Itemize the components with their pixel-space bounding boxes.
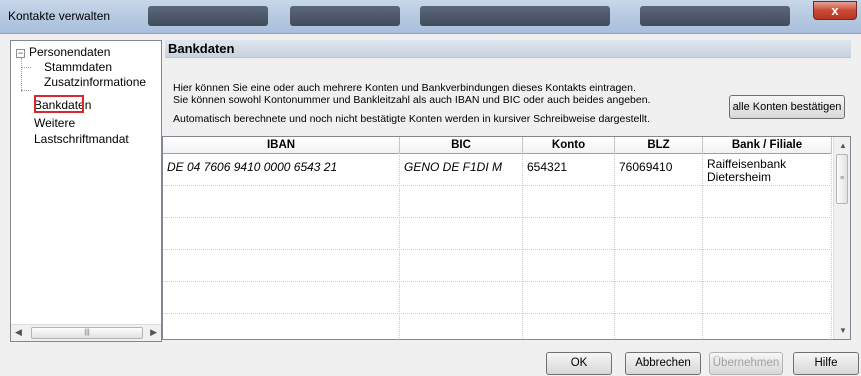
cell-konto[interactable] bbox=[523, 283, 615, 314]
cell-blz[interactable] bbox=[615, 283, 703, 314]
cell-konto[interactable] bbox=[523, 315, 615, 339]
scroll-down-icon[interactable]: ▼ bbox=[839, 326, 847, 335]
scroll-right-icon[interactable]: ▶ bbox=[150, 327, 157, 338]
window-title: Kontakte verwalten bbox=[8, 9, 111, 23]
collapse-icon[interactable]: − bbox=[16, 49, 25, 58]
table-row[interactable]: DE 04 7606 9410 0000 6543 21 GENO DE F1D… bbox=[163, 155, 832, 186]
tree-item-weitere[interactable]: Weitere bbox=[34, 116, 75, 130]
blurred-title-region bbox=[290, 6, 400, 26]
cell-blz[interactable] bbox=[615, 219, 703, 250]
tree-item-zusatzinformationen[interactable]: Zusatzinformatione bbox=[44, 75, 146, 89]
cell-iban[interactable] bbox=[163, 219, 400, 250]
cell-iban[interactable] bbox=[163, 283, 400, 314]
navigation-tree[interactable]: − Personendaten Stammdaten Zusatzinforma… bbox=[10, 40, 162, 342]
cell-bic[interactable] bbox=[400, 315, 523, 339]
cell-bank[interactable]: Raiffeisenbank Dietersheim bbox=[703, 155, 832, 186]
table-row[interactable] bbox=[163, 251, 832, 282]
selection-highlight bbox=[34, 95, 84, 113]
cell-bic[interactable] bbox=[400, 187, 523, 218]
cancel-button[interactable]: Abbrechen bbox=[625, 352, 701, 375]
cell-bank[interactable] bbox=[703, 251, 832, 282]
scroll-left-icon[interactable]: ◀ bbox=[15, 327, 22, 338]
blurred-title-region bbox=[148, 6, 268, 26]
cell-konto[interactable]: 654321 bbox=[523, 155, 615, 186]
cell-bank[interactable] bbox=[703, 187, 832, 218]
cell-bank[interactable] bbox=[703, 219, 832, 250]
column-header-bank[interactable]: Bank / Filiale bbox=[703, 137, 832, 154]
cell-konto[interactable] bbox=[523, 219, 615, 250]
cell-bic[interactable] bbox=[400, 219, 523, 250]
bank-accounts-table[interactable]: IBAN BIC Konto BLZ Bank / Filiale DE 04 … bbox=[162, 136, 851, 340]
column-header-blz[interactable]: BLZ bbox=[615, 137, 703, 154]
cell-iban[interactable] bbox=[163, 251, 400, 282]
tree-item-lastschriftmandat[interactable]: Lastschriftmandat bbox=[34, 132, 129, 146]
cell-bank[interactable] bbox=[703, 283, 832, 314]
info-text-2: Sie können sowohl Kontonummer und Bankle… bbox=[173, 94, 651, 106]
cell-iban[interactable]: DE 04 7606 9410 0000 6543 21 bbox=[163, 155, 400, 186]
help-button[interactable]: Hilfe bbox=[793, 352, 859, 375]
table-row[interactable] bbox=[163, 283, 832, 314]
cell-bic[interactable]: GENO DE F1DI M bbox=[400, 155, 523, 186]
table-vertical-scrollbar[interactable]: ▲ ≡ ▼ bbox=[833, 137, 850, 339]
cell-bank[interactable] bbox=[703, 315, 832, 339]
column-header-bic[interactable]: BIC bbox=[400, 137, 523, 154]
table-row[interactable] bbox=[163, 187, 832, 218]
tree-item-personendaten[interactable]: Personendaten bbox=[29, 45, 110, 59]
column-header-konto[interactable]: Konto bbox=[523, 137, 615, 154]
cell-blz[interactable] bbox=[615, 187, 703, 218]
tree-connector bbox=[21, 67, 31, 68]
panel-title: Bankdaten bbox=[165, 40, 851, 58]
table-row[interactable] bbox=[163, 219, 832, 250]
column-header-iban[interactable]: IBAN bbox=[163, 137, 400, 154]
scroll-up-icon[interactable]: ▲ bbox=[839, 141, 847, 150]
cell-blz[interactable] bbox=[615, 251, 703, 282]
tree-connector bbox=[21, 58, 22, 92]
blurred-title-region bbox=[420, 6, 610, 26]
info-text-1: Hier können Sie eine oder auch mehrere K… bbox=[173, 82, 636, 94]
close-icon: x bbox=[831, 3, 839, 18]
scroll-thumb[interactable]: ||| bbox=[31, 327, 143, 339]
table-row[interactable] bbox=[163, 315, 832, 339]
confirm-all-accounts-button[interactable]: alle Konten bestätigen bbox=[729, 95, 845, 119]
tree-horizontal-scrollbar[interactable]: ◀ ||| ▶ bbox=[11, 324, 161, 341]
cell-bic[interactable] bbox=[400, 283, 523, 314]
apply-button[interactable]: Übernehmen bbox=[709, 352, 783, 375]
title-bar: Kontakte verwalten x bbox=[0, 0, 861, 34]
cell-blz[interactable]: 76069410 bbox=[615, 155, 703, 186]
close-button[interactable]: x bbox=[813, 1, 857, 20]
ok-button[interactable]: OK bbox=[546, 352, 612, 375]
cell-konto[interactable] bbox=[523, 187, 615, 218]
cell-iban[interactable] bbox=[163, 187, 400, 218]
info-text-3: Automatisch berechnete und noch nicht be… bbox=[173, 113, 650, 125]
tree-connector bbox=[21, 90, 31, 91]
table-header: IBAN BIC Konto BLZ Bank / Filiale bbox=[163, 137, 832, 154]
cell-bic[interactable] bbox=[400, 251, 523, 282]
cell-blz[interactable] bbox=[615, 315, 703, 339]
cell-iban[interactable] bbox=[163, 315, 400, 339]
scroll-thumb[interactable]: ≡ bbox=[836, 154, 848, 204]
blurred-title-region bbox=[640, 6, 790, 26]
tree-item-stammdaten[interactable]: Stammdaten bbox=[44, 60, 112, 74]
cell-konto[interactable] bbox=[523, 251, 615, 282]
